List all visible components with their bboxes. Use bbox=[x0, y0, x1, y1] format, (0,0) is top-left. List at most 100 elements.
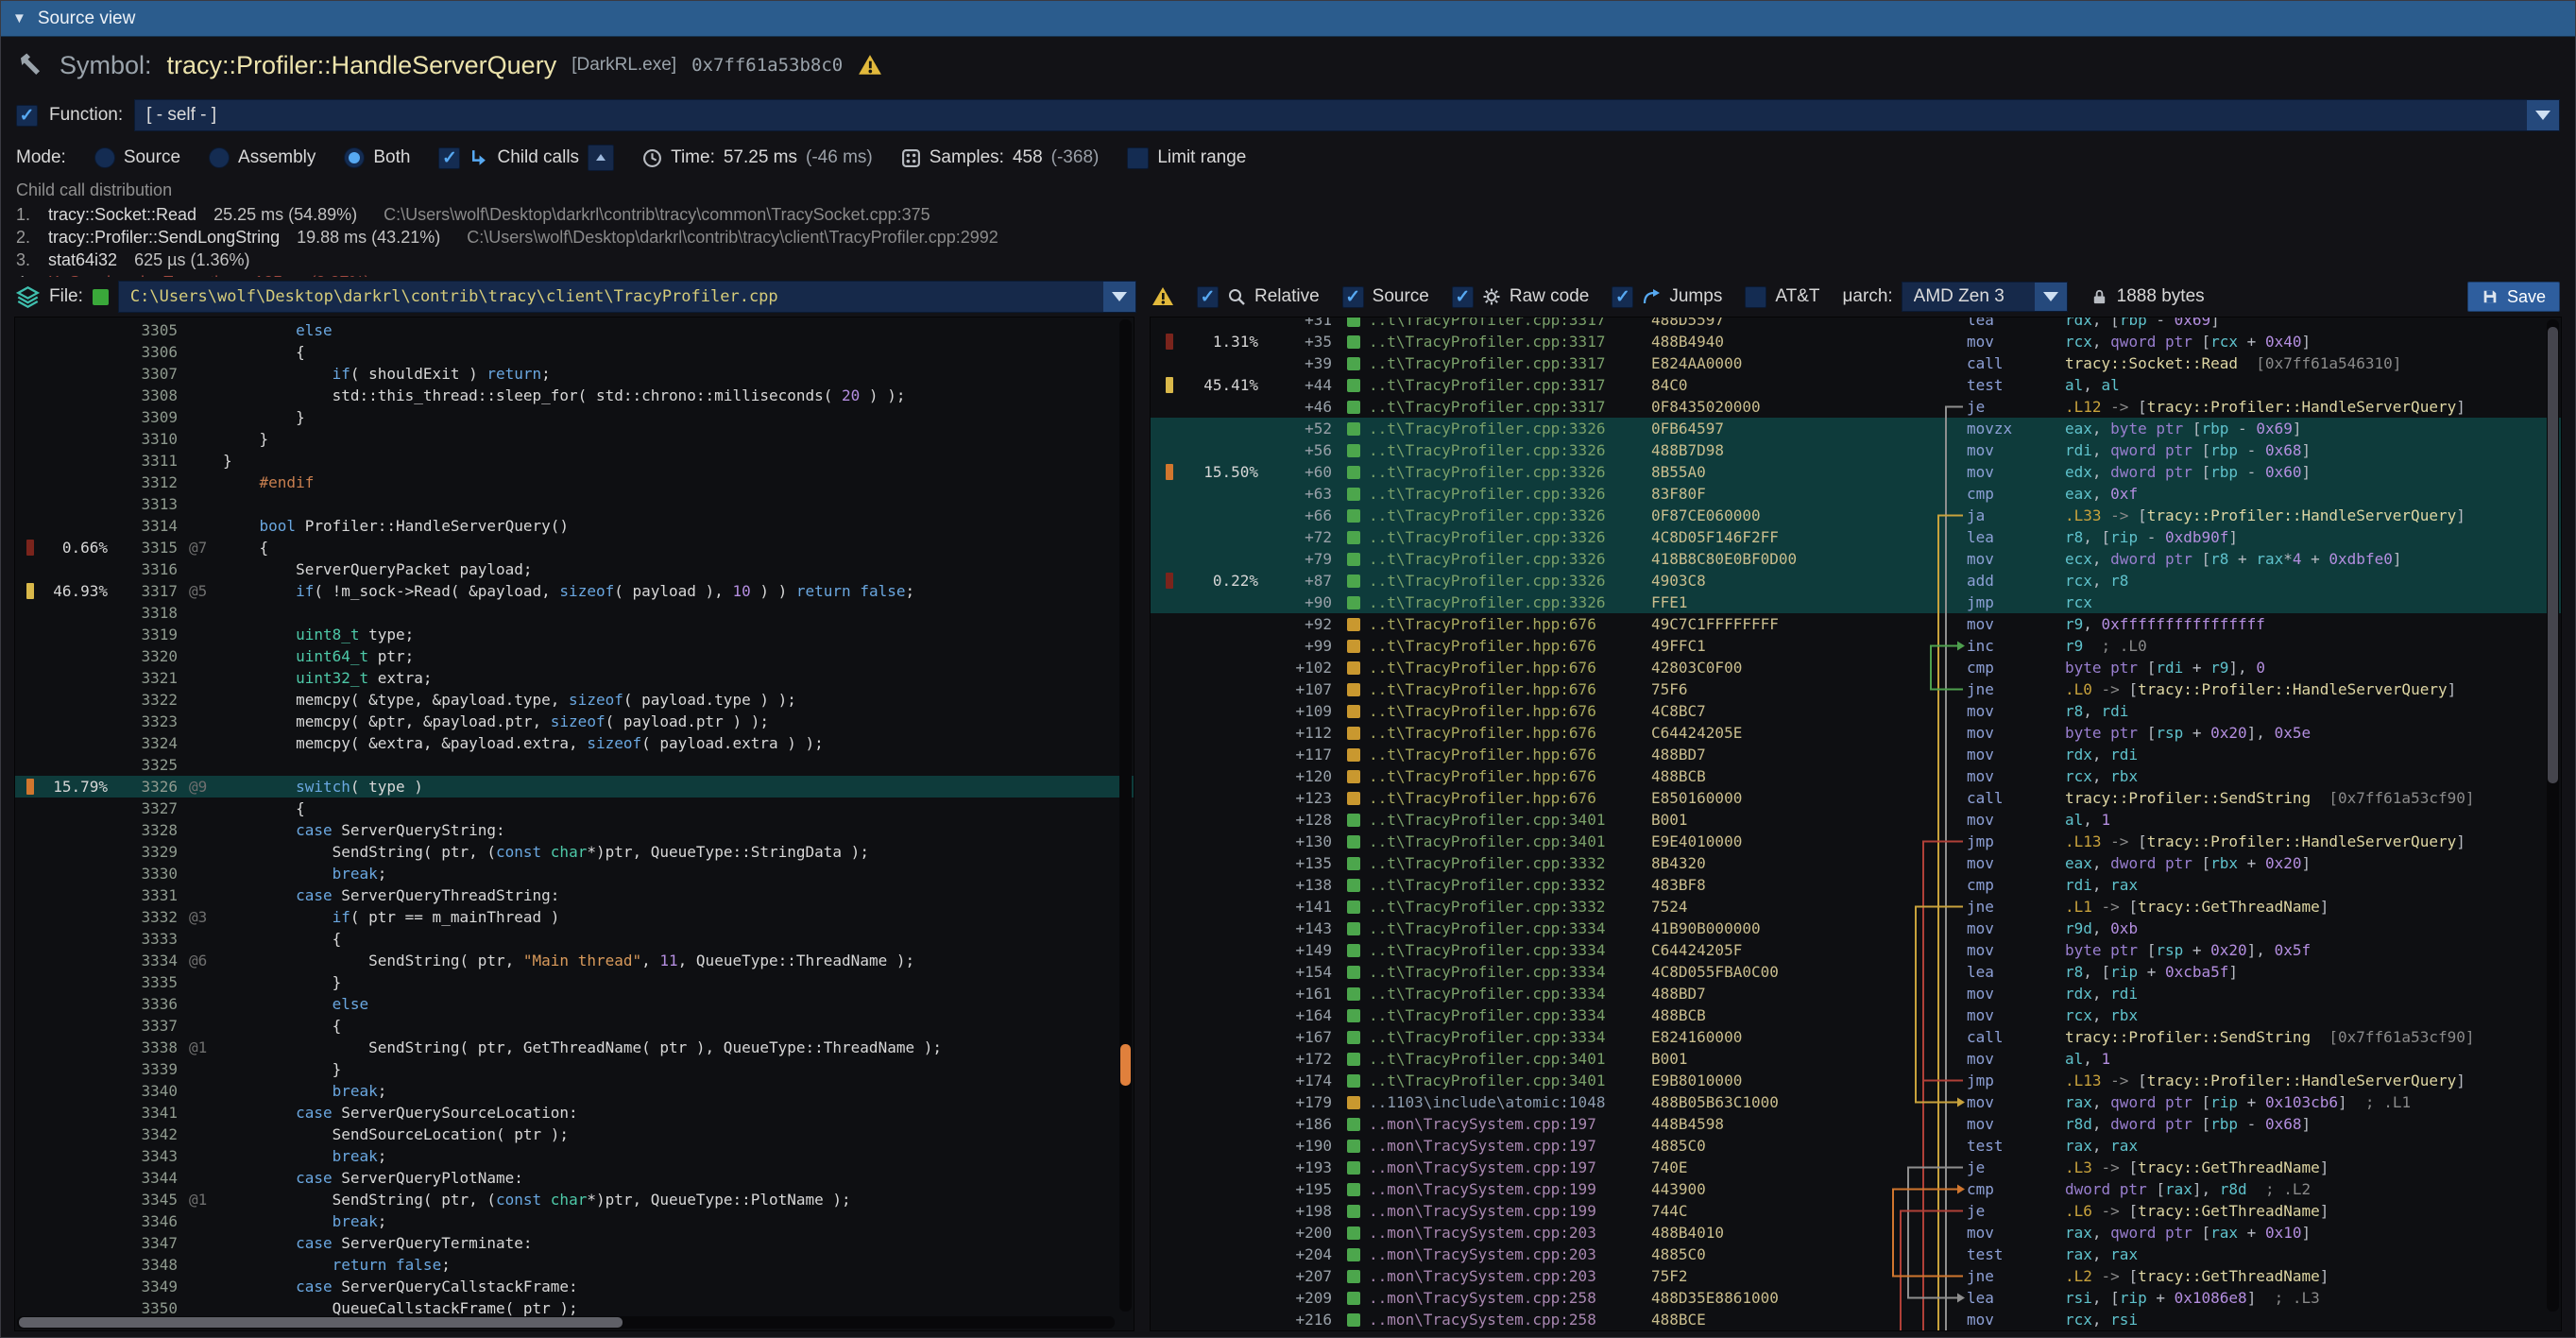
asm-source-location[interactable]: ..t\TracyProfiler.cpp:3326 bbox=[1332, 548, 1651, 570]
source-line-3339[interactable]: 3339 } bbox=[15, 1058, 1134, 1080]
asm-instruction-+130[interactable]: +130..t\TracyProfiler.cpp:3401E9E4010000… bbox=[1151, 831, 2561, 852]
source-line-3314[interactable]: 3314 bool Profiler::HandleServerQuery() bbox=[15, 515, 1134, 537]
source-horizontal-scrollbar[interactable] bbox=[17, 1316, 1115, 1329]
child-call-entry[interactable]: 1.tracy::Socket::Read25.25 ms (54.89%)C:… bbox=[16, 203, 2560, 226]
asm-instruction-+154[interactable]: +154..t\TracyProfiler.cpp:33344C8D055FBA… bbox=[1151, 961, 2561, 983]
asm-instruction-+161[interactable]: +161..t\TracyProfiler.cpp:3334488BD7movr… bbox=[1151, 983, 2561, 1004]
asm-instruction-+72[interactable]: +72..t\TracyProfiler.cpp:33264C8D05F146F… bbox=[1151, 526, 2561, 548]
asm-source-location[interactable]: ..t\TracyProfiler.cpp:3326 bbox=[1332, 592, 1651, 613]
chevron-down-icon[interactable] bbox=[1103, 282, 1135, 312]
asm-source-location[interactable]: ..t\TracyProfiler.cpp:3317 bbox=[1332, 374, 1651, 396]
source-line-3313[interactable]: 3313 bbox=[15, 493, 1134, 515]
mode-radio-both[interactable]: Both bbox=[344, 147, 410, 168]
asm-instruction-+63[interactable]: +63..t\TracyProfiler.cpp:332683F80Fcmpea… bbox=[1151, 483, 2561, 505]
source-line-3325[interactable]: 3325 bbox=[15, 754, 1134, 776]
asm-instruction-+195[interactable]: +195..mon\TracySystem.cpp:199443900cmpdw… bbox=[1151, 1178, 2561, 1200]
asm-instruction-+216[interactable]: +216..mon\TracySystem.cpp:258488BCEmovrc… bbox=[1151, 1309, 2561, 1330]
child-calls-checkbox-group[interactable]: Child calls bbox=[438, 145, 614, 171]
source-line-3330[interactable]: 3330 break; bbox=[15, 863, 1134, 884]
asm-source-location[interactable]: ..t\TracyProfiler.cpp:3317 bbox=[1332, 317, 1651, 331]
asm-source-location[interactable]: ..t\TracyProfiler.hpp:676 bbox=[1332, 635, 1651, 657]
asm-instruction-+102[interactable]: +102..t\TracyProfiler.hpp:67642803C0F00c… bbox=[1151, 657, 2561, 678]
asm-source-location[interactable]: ..t\TracyProfiler.cpp:3334 bbox=[1332, 961, 1651, 983]
source-line-3333[interactable]: 3333 { bbox=[15, 928, 1134, 950]
source-line-3348[interactable]: 3348 return false; bbox=[15, 1254, 1134, 1276]
asm-instruction-+128[interactable]: +128..t\TracyProfiler.cpp:3401B001moval,… bbox=[1151, 809, 2561, 831]
asm-instruction-+79[interactable]: +79..t\TracyProfiler.cpp:3326418B8C80E0B… bbox=[1151, 548, 2561, 570]
file-combo[interactable]: C:\Users\wolf\Desktop\darkrl\contrib\tra… bbox=[118, 281, 1136, 313]
asm-instruction-+174[interactable]: +174..t\TracyProfiler.cpp:3401E9B8010000… bbox=[1151, 1070, 2561, 1091]
asm-source-location[interactable]: ..t\TracyProfiler.hpp:676 bbox=[1332, 657, 1651, 678]
asm-source-location[interactable]: ..t\TracyProfiler.cpp:3317 bbox=[1332, 396, 1651, 418]
scrollbar-grab[interactable] bbox=[19, 1317, 623, 1328]
asm-instruction-+207[interactable]: +207..mon\TracySystem.cpp:20375F2jne.L2 … bbox=[1151, 1265, 2561, 1287]
source-line-3307[interactable]: 3307 if( shouldExit ) return; bbox=[15, 363, 1134, 385]
chevron-down-icon[interactable] bbox=[2527, 100, 2559, 130]
asm-source-location[interactable]: ..t\TracyProfiler.cpp:3334 bbox=[1332, 918, 1651, 939]
asm-instruction-+46[interactable]: +46..t\TracyProfiler.cpp:33170F843502000… bbox=[1151, 396, 2561, 418]
asm-instruction-+117[interactable]: +117..t\TracyProfiler.hpp:676488BD7movrd… bbox=[1151, 744, 2561, 765]
child-call-entry[interactable]: 2.tracy::Profiler::SendLongString19.88 m… bbox=[16, 226, 2560, 249]
function-combo[interactable]: [ - self - ] bbox=[134, 99, 2560, 131]
source-line-3331[interactable]: 3331 case ServerQueryThreadString: bbox=[15, 884, 1134, 906]
asm-instruction-+56[interactable]: +56..t\TracyProfiler.cpp:3326488B7D98mov… bbox=[1151, 439, 2561, 461]
source-line-3316[interactable]: 3316 ServerQueryPacket payload; bbox=[15, 558, 1134, 580]
source-line-3306[interactable]: 3306 { bbox=[15, 341, 1134, 363]
source-checkbox-group[interactable]: Source bbox=[1342, 286, 1429, 308]
mode-radio-assembly[interactable]: Assembly bbox=[209, 147, 316, 168]
source-line-3349[interactable]: 3349 case ServerQueryCallstackFrame: bbox=[15, 1276, 1134, 1297]
asm-source-location[interactable]: ..t\TracyProfiler.cpp:3332 bbox=[1332, 874, 1651, 896]
asm-source-location[interactable]: ..t\TracyProfiler.hpp:676 bbox=[1332, 765, 1651, 787]
asm-source-location[interactable]: ..mon\TracySystem.cpp:197 bbox=[1332, 1157, 1651, 1178]
mode-radio-source[interactable]: Source bbox=[94, 147, 180, 168]
asm-instruction-+190[interactable]: +190..mon\TracySystem.cpp:1974885C0testr… bbox=[1151, 1135, 2561, 1157]
source-line-3315[interactable]: 0.66%3315@7 { bbox=[15, 537, 1134, 558]
asm-source-location[interactable]: ..t\TracyProfiler.cpp:3326 bbox=[1332, 461, 1651, 483]
source-line-3329[interactable]: 3329 SendString( ptr, (const char*)ptr, … bbox=[15, 841, 1134, 863]
asm-instruction-+92[interactable]: +92..t\TracyProfiler.hpp:67649C7C1FFFFFF… bbox=[1151, 613, 2561, 635]
asm-source-location[interactable]: ..1103\include\atomic:1048 bbox=[1332, 1091, 1651, 1113]
source-line-3323[interactable]: 3323 memcpy( &ptr, &payload.ptr, sizeof(… bbox=[15, 711, 1134, 732]
asm-source-location[interactable]: ..t\TracyProfiler.cpp:3334 bbox=[1332, 983, 1651, 1004]
uarch-combo[interactable]: AMD Zen 3 bbox=[1902, 282, 2068, 312]
source-checkbox[interactable] bbox=[1342, 286, 1364, 308]
asm-instruction-+44[interactable]: 45.41%+44..t\TracyProfiler.cpp:331784C0t… bbox=[1151, 374, 2561, 396]
asm-source-location[interactable]: ..t\TracyProfiler.cpp:3401 bbox=[1332, 1048, 1651, 1070]
asm-source-location[interactable]: ..t\TracyProfiler.cpp:3326 bbox=[1332, 505, 1651, 526]
source-line-3322[interactable]: 3322 memcpy( &type, &payload.type, sizeo… bbox=[15, 689, 1134, 711]
source-line-3345[interactable]: 3345@1 SendString( ptr, (const char*)ptr… bbox=[15, 1189, 1134, 1210]
source-line-3312[interactable]: 3312 #endif bbox=[15, 472, 1134, 493]
asm-source-location[interactable]: ..mon\TracySystem.cpp:258 bbox=[1332, 1287, 1651, 1309]
source-line-3320[interactable]: 3320 uint64_t ptr; bbox=[15, 645, 1134, 667]
asm-source-location[interactable]: ..mon\TracySystem.cpp:258 bbox=[1332, 1309, 1651, 1330]
asm-source-location[interactable]: ..t\TracyProfiler.cpp:3334 bbox=[1332, 939, 1651, 961]
asm-source-location[interactable]: ..mon\TracySystem.cpp:199 bbox=[1332, 1200, 1651, 1222]
asm-source-location[interactable]: ..mon\TracySystem.cpp:199 bbox=[1332, 1178, 1651, 1200]
asm-instruction-+87[interactable]: 0.22%+87..t\TracyProfiler.cpp:33264903C8… bbox=[1151, 570, 2561, 592]
source-line-3342[interactable]: 3342 SendSourceLocation( ptr ); bbox=[15, 1124, 1134, 1145]
child-calls-expand-button[interactable] bbox=[588, 145, 614, 171]
asm-source-location[interactable]: ..t\TracyProfiler.hpp:676 bbox=[1332, 678, 1651, 700]
asm-source-location[interactable]: ..t\TracyProfiler.hpp:676 bbox=[1332, 613, 1651, 635]
source-line-3338[interactable]: 3338@1 SendString( ptr, GetThreadName( p… bbox=[15, 1037, 1134, 1058]
source-line-3328[interactable]: 3328 case ServerQueryString: bbox=[15, 819, 1134, 841]
window-titlebar[interactable]: ▼ Source view bbox=[1, 1, 2575, 37]
asm-instruction-+66[interactable]: +66..t\TracyProfiler.cpp:33260F87CE06000… bbox=[1151, 505, 2561, 526]
asm-instruction-+179[interactable]: +179..1103\include\atomic:1048488B05B63C… bbox=[1151, 1091, 2561, 1113]
asm-source-location[interactable]: ..t\TracyProfiler.cpp:3317 bbox=[1332, 331, 1651, 352]
limit-range-checkbox-group[interactable]: Limit range bbox=[1127, 147, 1246, 169]
source-line-3340[interactable]: 3340 break; bbox=[15, 1080, 1134, 1102]
asm-instruction-+167[interactable]: +167..t\TracyProfiler.cpp:3334E824160000… bbox=[1151, 1026, 2561, 1048]
save-button[interactable]: Save bbox=[2467, 282, 2560, 312]
asm-instruction-+186[interactable]: +186..mon\TracySystem.cpp:197448B4598mov… bbox=[1151, 1113, 2561, 1135]
asm-instruction-+198[interactable]: +198..mon\TracySystem.cpp:199744Cje.L6 -… bbox=[1151, 1200, 2561, 1222]
asm-instruction-+31[interactable]: +31..t\TracyProfiler.cpp:3317488D5597lea… bbox=[1151, 317, 2561, 331]
source-line-3334[interactable]: 3334@6 SendString( ptr, "Main thread", 1… bbox=[15, 950, 1134, 971]
asm-source-location[interactable]: ..t\TracyProfiler.cpp:3401 bbox=[1332, 809, 1651, 831]
source-line-3336[interactable]: 3336 else bbox=[15, 993, 1134, 1015]
asm-source-location[interactable]: ..mon\TracySystem.cpp:203 bbox=[1332, 1265, 1651, 1287]
asm-instruction-+143[interactable]: +143..t\TracyProfiler.cpp:333441B90B0000… bbox=[1151, 918, 2561, 939]
asm-instruction-+149[interactable]: +149..t\TracyProfiler.cpp:3334C64424205F… bbox=[1151, 939, 2561, 961]
child-calls-checkbox[interactable] bbox=[438, 147, 460, 169]
asm-source-location[interactable]: ..t\TracyProfiler.cpp:3326 bbox=[1332, 418, 1651, 439]
